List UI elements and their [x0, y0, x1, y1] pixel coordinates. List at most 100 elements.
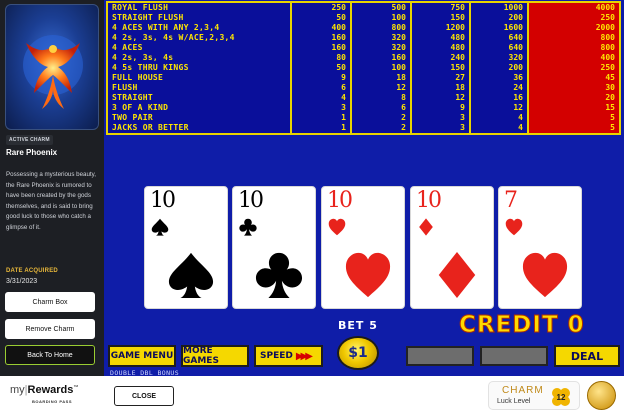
- video-poker-game: ROYAL FLUSH STRAIGHT FLUSH 4 ACES WITH ANY…: [104, 0, 624, 377]
- back-to-home-button[interactable]: Back To Home: [5, 345, 95, 365]
- paytable-payout: 200: [508, 63, 523, 72]
- paytable: ROYAL FLUSH STRAIGHT FLUSH 4 ACES WITH ANY…: [106, 1, 621, 135]
- paytable-payout: 4: [341, 93, 346, 102]
- paytable-payout: 80: [336, 53, 346, 62]
- diamond-icon: [438, 251, 476, 299]
- paytable-payout: 12: [513, 103, 523, 112]
- paytable-hand-name: STRAIGHT: [112, 93, 153, 102]
- paytable-payout: 320: [391, 33, 406, 42]
- paytable-hand-name: 4 2s, 3s, 4s W/ACE,2,3,4: [112, 33, 235, 42]
- paytable-payout: 9: [460, 103, 465, 112]
- date-acquired-label: DATE ACQUIRED: [6, 268, 58, 274]
- playing-card[interactable]: 10: [410, 186, 494, 309]
- paytable-payout: 5: [610, 123, 615, 132]
- more-games-button[interactable]: MORE GAMES: [181, 345, 249, 367]
- paytable-hands-column: ROYAL FLUSH STRAIGHT FLUSH 4 ACES WITH ANY…: [108, 3, 290, 133]
- paytable-payout: 320: [391, 43, 406, 52]
- paytable-payout: 150: [450, 63, 465, 72]
- paytable-payout: 150: [450, 13, 465, 22]
- close-button[interactable]: CLOSE: [114, 386, 174, 406]
- paytable-payout: 200: [508, 13, 523, 22]
- paytable-payout: 480: [450, 43, 465, 52]
- paytable-payout: 1600: [503, 23, 523, 32]
- paytable-payout: 18: [396, 73, 406, 82]
- paytable-payout: 1000: [503, 3, 523, 12]
- paytable-hand-name: JACKS OR BETTER: [112, 123, 189, 132]
- paytable-payout: 160: [331, 43, 346, 52]
- paytable-payout: 4: [518, 123, 523, 132]
- bet-display: BET 5: [338, 319, 378, 332]
- paytable-hand-name: STRAIGHT FLUSH: [112, 13, 184, 22]
- playing-card[interactable]: 10: [321, 186, 405, 309]
- date-acquired-value: 3/31/2023: [6, 278, 38, 285]
- remove-charm-button[interactable]: Remove Charm: [5, 319, 95, 339]
- paytable-payout: 50: [336, 13, 346, 22]
- paytable-coin4-column: 1000 200 1600 640 640 320 200 36 24 16 12 4 4: [471, 3, 527, 133]
- paytable-payout: 24: [513, 83, 523, 92]
- paytable-payout: 240: [450, 53, 465, 62]
- paytable-payout: 6: [401, 103, 406, 112]
- heart-icon: [328, 218, 346, 236]
- paytable-hand-name: 4 ACES WITH ANY 2,3,4: [112, 23, 220, 32]
- paytable-payout: 1200: [445, 23, 465, 32]
- myrewards-logo: my|Rewards™: [10, 384, 79, 396]
- paytable-payout: 1: [341, 113, 346, 122]
- playing-card[interactable]: 7: [498, 186, 582, 309]
- phoenix-icon: [23, 35, 83, 109]
- paytable-payout: 250: [600, 63, 615, 72]
- paytable-payout: 45: [605, 73, 615, 82]
- charm-sidebar: ACTIVE CHARM Rare Phoenix Possessing a m…: [0, 0, 104, 376]
- deal-button[interactable]: DEAL: [554, 345, 620, 367]
- paytable-payout: 5: [610, 113, 615, 122]
- paytable-payout: 500: [391, 3, 406, 12]
- fast-forward-icon: ▶▶▶: [295, 350, 313, 362]
- card-rank: 10: [238, 188, 264, 213]
- game-menu-button[interactable]: GAME MENU: [108, 345, 176, 367]
- rewards-badge-icon[interactable]: [587, 381, 616, 410]
- paytable-payout: 800: [600, 33, 615, 42]
- heart-icon: [505, 218, 523, 236]
- playing-card[interactable]: 10: [144, 186, 228, 309]
- credit-display: CREDIT 0: [459, 312, 585, 339]
- paytable-payout: 50: [336, 63, 346, 72]
- paytable-payout: 4000: [595, 3, 615, 12]
- diamond-icon: [419, 218, 433, 236]
- paytable-payout: 400: [600, 53, 615, 62]
- paytable-coin5-column: 4000 250 2000 800 800 400 250 45 30 20 15 5 5: [529, 3, 619, 133]
- paytable-hand-name: 4 ACES: [112, 43, 143, 52]
- paytable-payout: 12: [455, 93, 465, 102]
- club-icon: [239, 218, 257, 236]
- denomination-coin-button[interactable]: $1: [337, 336, 379, 370]
- paytable-payout: 6: [341, 83, 346, 92]
- blank-button-2: [480, 346, 548, 366]
- charm-luck-level[interactable]: CHARM Luck Level 12: [488, 381, 580, 410]
- luck-level-label: Luck Level: [497, 398, 531, 405]
- paytable-hand-name: FULL HOUSE: [112, 73, 164, 82]
- paytable-hand-name: ROYAL FLUSH: [112, 3, 169, 12]
- charm-box-button[interactable]: Charm Box: [5, 292, 95, 312]
- paytable-payout: 800: [391, 23, 406, 32]
- paytable-payout: 750: [450, 3, 465, 12]
- paytable-payout: 27: [455, 73, 465, 82]
- paytable-hand-name: TWO PAIR: [112, 113, 153, 122]
- active-charm-badge: ACTIVE CHARM: [6, 135, 53, 145]
- paytable-payout: 250: [331, 3, 346, 12]
- card-rank: 10: [150, 188, 176, 213]
- speed-label: SPEED: [260, 351, 293, 361]
- paytable-payout: 480: [450, 33, 465, 42]
- card-rank: 7: [504, 188, 518, 213]
- playing-card[interactable]: 10: [232, 186, 316, 309]
- paytable-payout: 160: [391, 53, 406, 62]
- spade-icon: [168, 252, 214, 299]
- paytable-payout: 3: [460, 113, 465, 122]
- paytable-coin3-column: 750 150 1200 480 480 240 150 27 18 12 9 3 3: [412, 3, 469, 133]
- paytable-payout: 320: [508, 53, 523, 62]
- paytable-payout: 20: [605, 93, 615, 102]
- paytable-payout: 100: [391, 63, 406, 72]
- speed-button[interactable]: SPEED ▶▶▶: [254, 345, 323, 367]
- paytable-payout: 4: [518, 113, 523, 122]
- phoenix-charm-image: [5, 4, 99, 130]
- paytable-hand-name: 4 5s THRU KINGS: [112, 63, 189, 72]
- charm-description: Possessing a mysterious beauty, the Rare…: [6, 171, 96, 231]
- paytable-payout: 800: [600, 43, 615, 52]
